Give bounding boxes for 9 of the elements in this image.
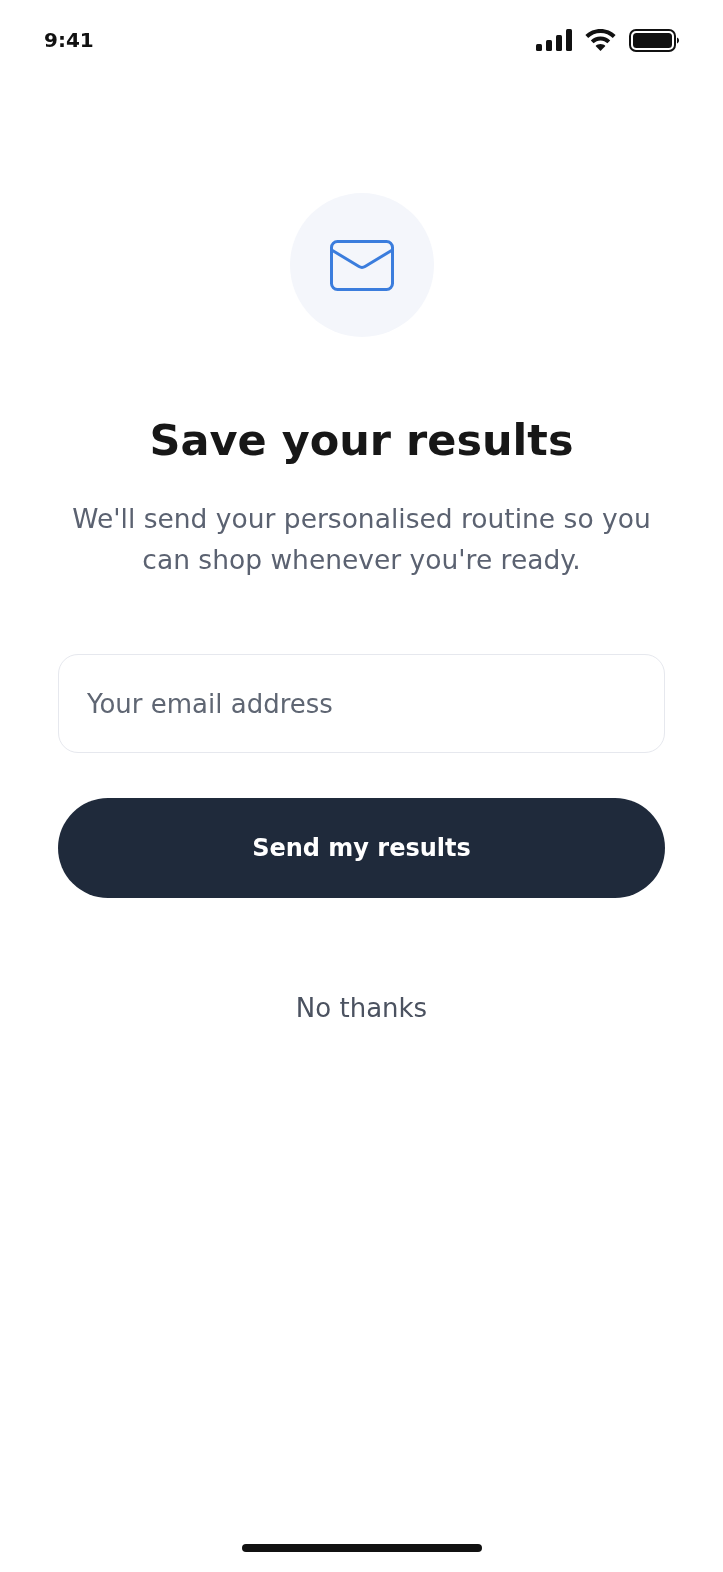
wifi-icon — [585, 29, 616, 51]
page-subtitle: We'll send your personalised routine so you can shop whenever you're ready. — [71, 502, 652, 577]
no-thanks-link[interactable]: No thanks — [295, 992, 428, 1024]
page-title: Save your results — [149, 414, 574, 466]
send-results-button[interactable]: Send my results — [58, 798, 665, 898]
signal-icon — [536, 29, 572, 51]
status-time: 9:41 — [44, 28, 94, 52]
battery-icon — [629, 28, 679, 52]
email-input-field[interactable]: Your email address — [58, 654, 665, 753]
